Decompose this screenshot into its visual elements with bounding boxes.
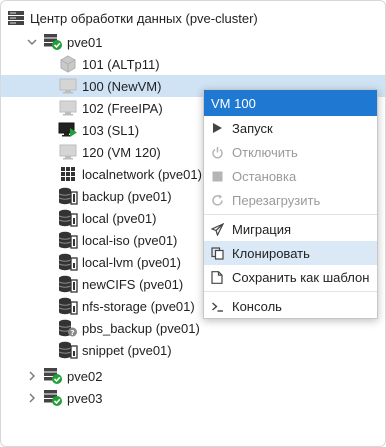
menu-item-console[interactable]: Консоль: [204, 294, 377, 318]
menu-item-label: Запуск: [232, 120, 273, 136]
vm-context-menu: VM 100 Запуск Отключить Остановка Переза…: [203, 89, 378, 319]
svg-text:?: ?: [70, 329, 74, 337]
menu-item-label: Клонировать: [232, 245, 310, 261]
tree-item-label: nfs-storage (pve01): [82, 298, 195, 314]
menu-item-migrate[interactable]: Миграция: [204, 217, 377, 241]
tree-item-datacenter[interactable]: Центр обработки данных (pve-cluster): [1, 7, 385, 29]
tree-item-label: local (pve01): [82, 210, 157, 226]
menu-item-convert-template[interactable]: Сохранить как шаблон: [204, 265, 377, 289]
tree-item-label: 103 (SL1): [82, 122, 140, 138]
stop-icon: [210, 169, 224, 183]
menu-item-label: Консоль: [232, 298, 282, 314]
storage-database-icon: [58, 297, 78, 315]
tree-item-label: pve02: [67, 368, 103, 384]
network-grid-icon: [58, 165, 78, 183]
storage-unknown-icon: ?: [58, 319, 78, 337]
tree-item-label: local-iso (pve01): [82, 232, 178, 248]
storage-database-icon: [58, 231, 78, 249]
chevron-down-icon[interactable]: [27, 37, 37, 47]
tree-item-node-pve01[interactable]: pve01: [1, 31, 385, 53]
tree-item-label: newCIFS (pve01): [82, 276, 184, 292]
tree-item-vm-101[interactable]: 101 (ALTp11): [1, 53, 385, 75]
storage-database-icon: [58, 341, 78, 359]
tree-item-label: pbs_backup (pve01): [82, 320, 200, 336]
menu-item-label: Сохранить как шаблон: [232, 269, 370, 285]
menu-item-start[interactable]: Запуск: [204, 116, 377, 140]
tree-item-label: pve03: [67, 390, 103, 406]
paper-plane-icon: [210, 222, 224, 236]
tree-item-node-pve02[interactable]: pve02: [1, 365, 385, 387]
tree-item-label: 100 (NewVM): [82, 78, 162, 94]
menu-separator: [204, 291, 377, 292]
node-online-icon: [43, 389, 63, 407]
play-icon: [210, 121, 224, 135]
tree-item-node-pve03[interactable]: pve03: [1, 387, 385, 409]
tree-item-label: 120 (VM 120): [82, 144, 161, 160]
tree-item-label: 101 (ALTp11): [82, 56, 160, 72]
monitor-running-icon: [58, 121, 78, 139]
monitor-icon: [58, 77, 78, 95]
menu-item-label: Перезагрузить: [232, 192, 321, 208]
copy-icon: [210, 246, 224, 260]
monitor-icon: [58, 143, 78, 161]
menu-item-label: Остановка: [232, 168, 297, 184]
node-online-icon: [43, 367, 63, 385]
datacenter-server-icon: [6, 9, 26, 27]
refresh-icon: [210, 193, 224, 207]
storage-database-icon: [58, 209, 78, 227]
menu-item-label: Миграция: [232, 221, 292, 237]
storage-database-icon: [58, 275, 78, 293]
file-icon: [210, 270, 224, 284]
node-online-icon: [43, 33, 63, 51]
power-icon: [210, 145, 224, 159]
menu-item-stop[interactable]: Остановка: [204, 164, 377, 188]
container-cube-icon: [58, 55, 78, 73]
menu-item-reboot[interactable]: Перезагрузить: [204, 188, 377, 212]
menu-separator: [204, 214, 377, 215]
resource-tree-panel: Центр обработки данных (pve-cluster) pve…: [0, 0, 386, 447]
terminal-icon: [210, 299, 224, 313]
tree-item-label: local-lvm (pve01): [82, 254, 181, 270]
tree-item-label: 102 (FreeIPA): [82, 100, 163, 116]
chevron-right-icon[interactable]: [27, 371, 37, 381]
tree-item-label: pve01: [67, 34, 103, 50]
tree-item-storage-snippet[interactable]: snippet (pve01): [1, 339, 385, 361]
tree-item-label: snippet (pve01): [82, 342, 172, 358]
tree-item-label: backup (pve01): [82, 188, 172, 204]
menu-item-label: Отключить: [232, 144, 298, 160]
tree-item-label: Центр обработки данных (pve-cluster): [30, 10, 258, 26]
tree-item-storage-pbs-backup[interactable]: ? pbs_backup (pve01): [1, 317, 385, 339]
monitor-icon: [58, 99, 78, 117]
menu-item-clone[interactable]: Клонировать: [204, 241, 377, 265]
context-menu-title: VM 100: [204, 90, 377, 116]
menu-item-shutdown[interactable]: Отключить: [204, 140, 377, 164]
tree-item-label: localnetwork (pve01): [82, 166, 202, 182]
chevron-right-icon[interactable]: [27, 393, 37, 403]
storage-database-icon: [58, 253, 78, 271]
storage-database-icon: [58, 187, 78, 205]
